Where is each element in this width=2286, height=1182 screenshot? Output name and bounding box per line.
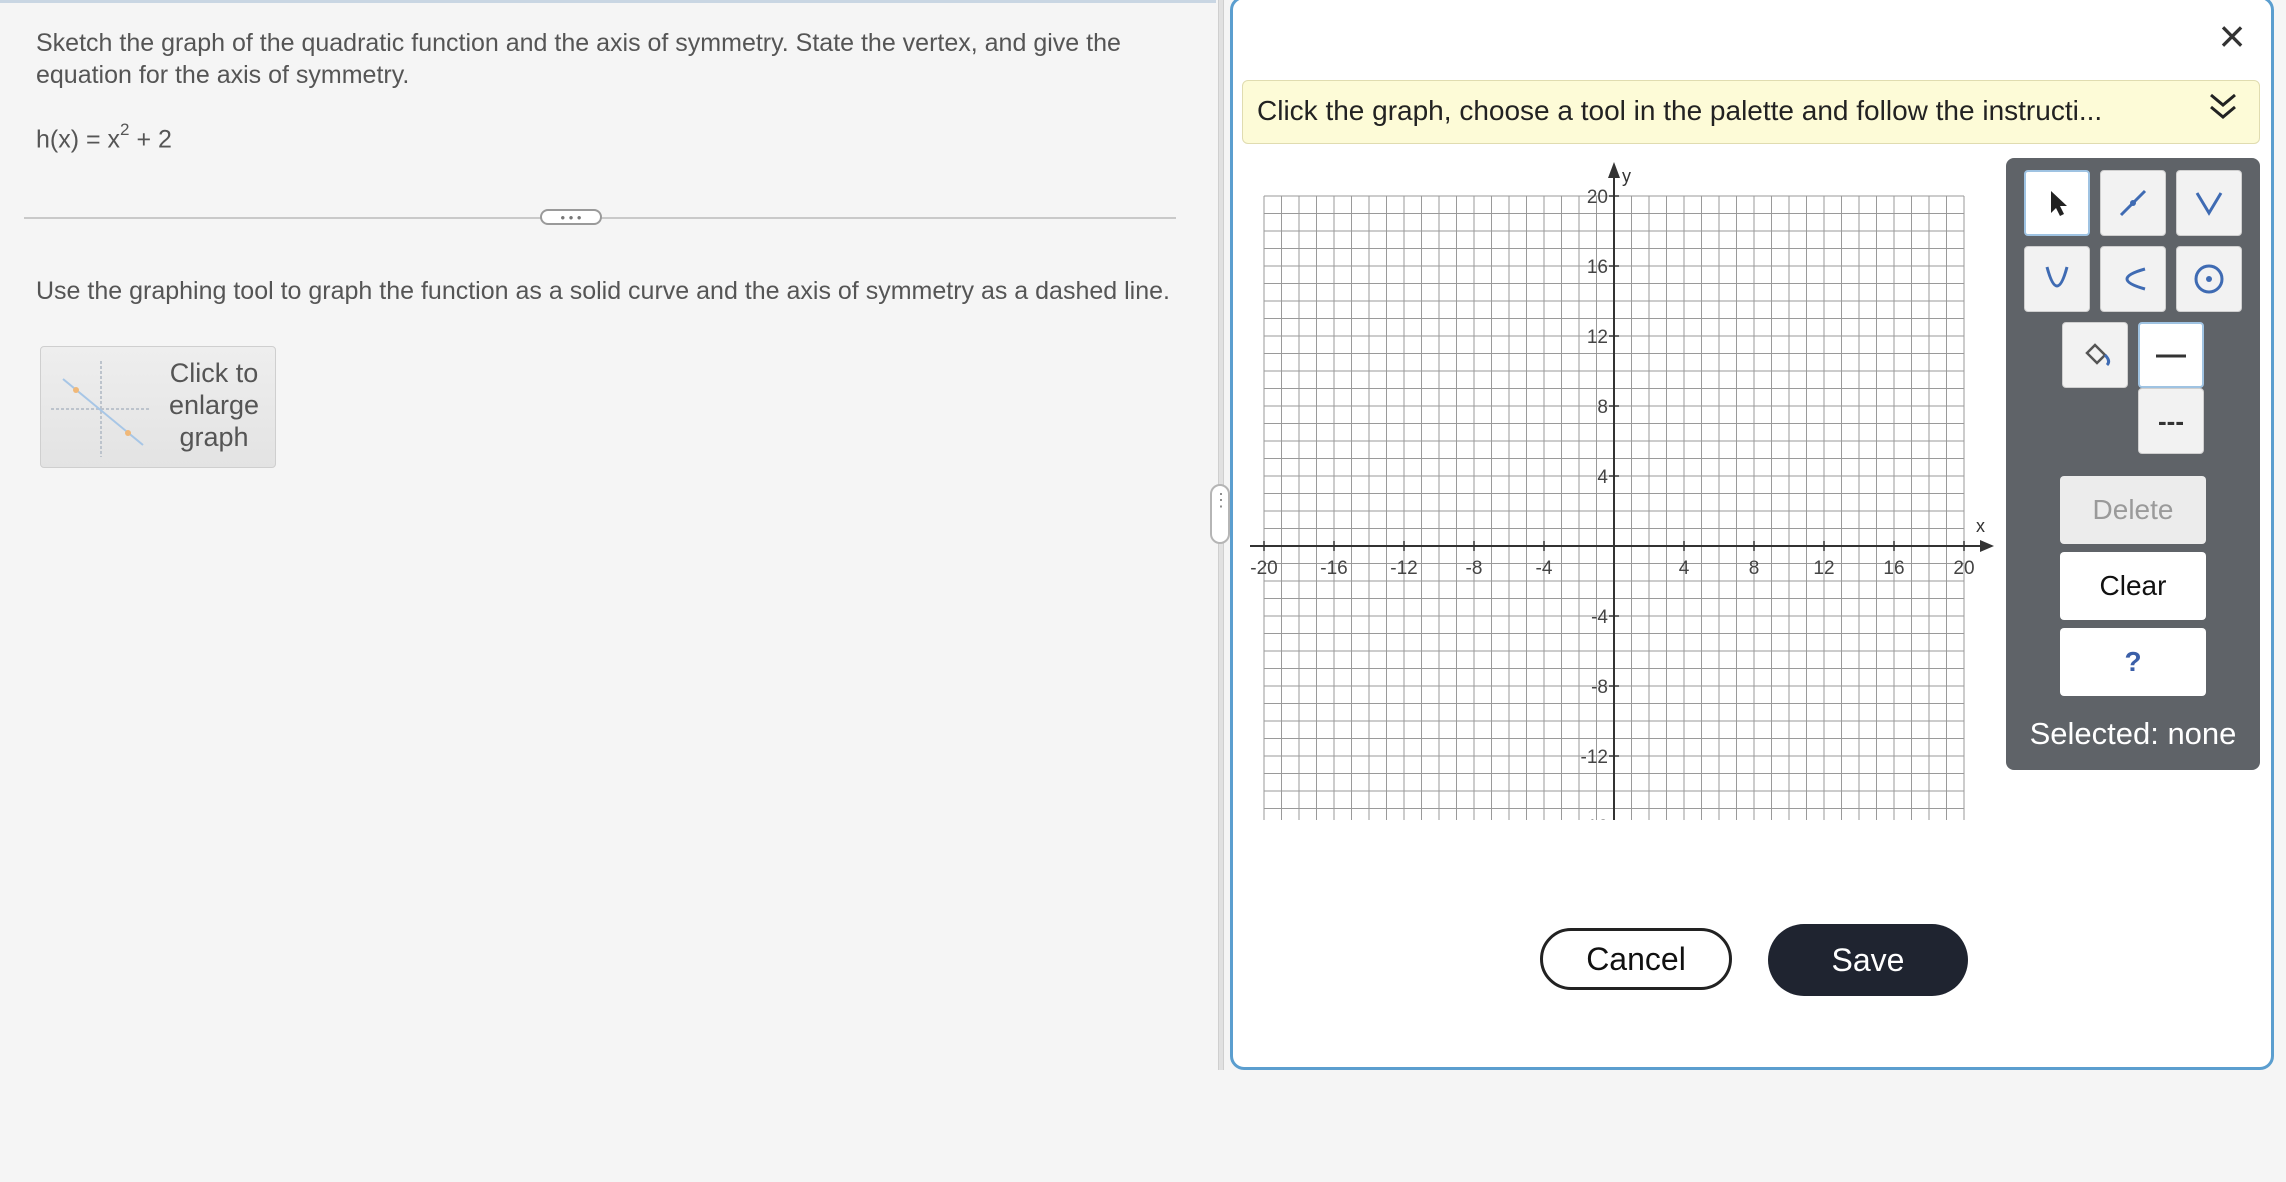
expand-chevron-icon[interactable] <box>2205 89 2241 134</box>
x-tick-label: 12 <box>1813 558 1834 579</box>
function-rhs: + 2 <box>129 125 172 154</box>
instruction-hint-bar[interactable]: Click the graph, choose a tool in the pa… <box>1242 80 2260 144</box>
problem-prompt: Sketch the graph of the quadratic functi… <box>36 29 1121 89</box>
y-tick-label: -4 <box>1591 607 1608 628</box>
x-tick-label: -16 <box>1320 558 1347 579</box>
x-tick-label: 16 <box>1883 558 1904 579</box>
y-axis-arrow-icon <box>1608 162 1620 178</box>
fill-tool[interactable] <box>2062 322 2128 388</box>
y-tick-label: -16 <box>1581 817 1608 820</box>
dashed-line-icon: --- <box>2158 405 2184 436</box>
solid-line-tool[interactable]: — <box>2138 322 2204 388</box>
x-tick-label: -8 <box>1466 558 1483 579</box>
y-tick-label: 12 <box>1587 327 1608 348</box>
cancel-button[interactable]: Cancel <box>1540 928 1732 990</box>
x-tick-label: -4 <box>1536 558 1553 579</box>
close-icon[interactable]: × <box>2212 13 2252 59</box>
splitter-grip-icon[interactable]: ⋮ <box>1210 484 1230 544</box>
x-tick-label: 8 <box>1749 558 1760 579</box>
save-button[interactable]: Save <box>1768 924 1968 996</box>
function-exponent: 2 <box>120 120 130 139</box>
absolute-value-tool[interactable] <box>2176 170 2242 236</box>
y-axis-label: y <box>1622 166 1631 186</box>
x-axis-arrow-icon <box>1980 540 1994 552</box>
selected-status: Selected: none <box>2029 716 2237 751</box>
function-lhs: h(x) = x <box>36 125 121 154</box>
horizontal-parabola-tool[interactable] <box>2100 246 2166 312</box>
enlarge-graph-button[interactable]: Click to enlarge graph <box>40 346 276 468</box>
graph-instructions: Use the graphing tool to graph the funct… <box>36 277 1170 305</box>
absolute-value-icon <box>2195 192 2223 216</box>
pointer-icon <box>2051 191 2067 216</box>
parabola-icon <box>2045 266 2069 288</box>
x-tick-label: -12 <box>1390 558 1417 579</box>
x-tick-label: 4 <box>1679 558 1690 579</box>
y-tick-label: 4 <box>1597 467 1608 488</box>
horizontal-parabola-icon <box>2125 267 2146 291</box>
y-tick-label: 20 <box>1587 187 1608 208</box>
segment-tool[interactable] <box>2100 170 2166 236</box>
pointer-tool[interactable] <box>2024 170 2090 236</box>
graph-thumbnail-icon <box>51 361 151 457</box>
function-formula: h(x) = x2 + 2 <box>36 120 172 154</box>
divider-handle[interactable]: • • • <box>540 209 602 225</box>
segment-icon <box>2119 189 2147 217</box>
x-axis-label: x <box>1976 516 1985 536</box>
clear-button[interactable]: Clear <box>2060 552 2206 620</box>
hint-text: Click the graph, choose a tool in the pa… <box>1257 95 2103 126</box>
fill-icon <box>2085 343 2111 367</box>
help-button[interactable]: ? <box>2060 628 2206 696</box>
x-tick-label: 20 <box>1953 558 1974 579</box>
parabola-tool[interactable] <box>2024 246 2090 312</box>
coordinate-graph[interactable]: x y -20 -16 -12 -8 -4 4 8 12 16 20 20 16 12 8 4 -4 -8 -12 -1… <box>1240 160 2000 820</box>
circle-icon <box>2194 264 2224 294</box>
circle-tool[interactable] <box>2176 246 2242 312</box>
y-tick-label: -12 <box>1581 747 1608 768</box>
x-tick-label: -20 <box>1250 558 1277 579</box>
y-tick-label: 16 <box>1587 257 1608 278</box>
dashed-line-tool[interactable]: --- <box>2138 388 2204 454</box>
y-tick-label: -8 <box>1591 677 1608 698</box>
enlarge-graph-label: Click to enlarge graph <box>168 358 260 452</box>
solid-line-icon: — <box>2156 338 2186 371</box>
y-tick-label: 8 <box>1597 397 1608 418</box>
delete-button[interactable]: Delete <box>2060 476 2206 544</box>
question-panel: Sketch the graph of the quadratic functi… <box>0 0 1216 1073</box>
